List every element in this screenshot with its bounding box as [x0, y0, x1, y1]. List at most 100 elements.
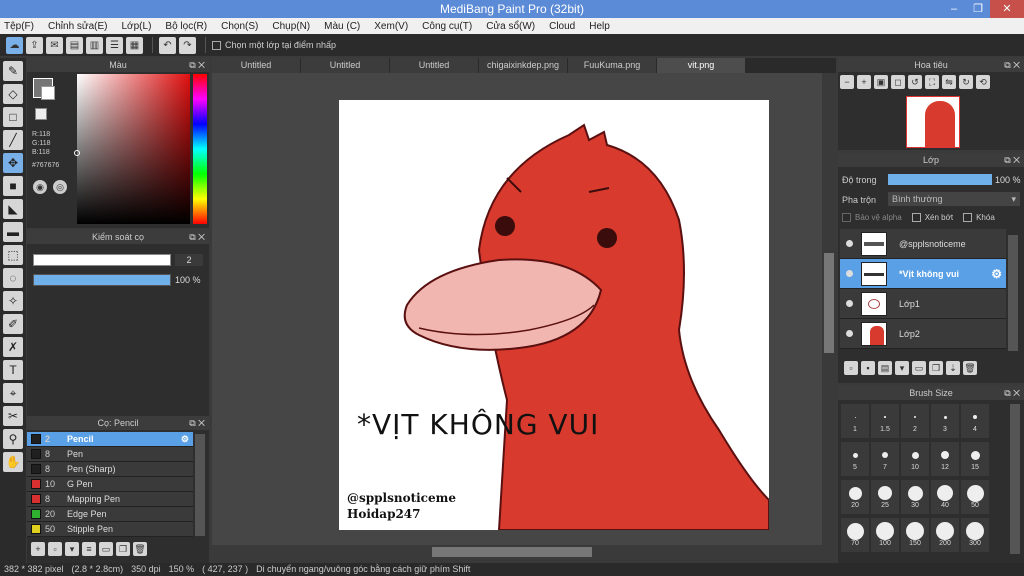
- undo-button[interactable]: ↶: [159, 36, 176, 54]
- horizontal-scroll-thumb[interactable]: [432, 547, 592, 557]
- layer-item-lop1[interactable]: Lớp1: [840, 289, 1006, 319]
- fullscreen-icon[interactable]: ⛶: [925, 75, 939, 89]
- flip-icon[interactable]: ⇋: [942, 75, 956, 89]
- cloud-icon[interactable]: ☁: [6, 36, 23, 54]
- new-brush-icon[interactable]: ▫: [48, 542, 62, 556]
- eye-icon[interactable]: [846, 300, 853, 307]
- brush-size-option[interactable]: 1: [841, 404, 869, 438]
- vertical-scroll-thumb[interactable]: [824, 253, 834, 353]
- list-icon[interactable]: ☰: [106, 36, 123, 54]
- folder-icon[interactable]: ▭: [99, 542, 113, 556]
- canvas-horizontal-scrollbar[interactable]: [212, 545, 822, 559]
- navigator-thumbnail[interactable]: [906, 96, 960, 148]
- palette-settings-icon[interactable]: ◎: [53, 180, 67, 194]
- brush-size-option[interactable]: 150: [901, 518, 929, 552]
- menu-layer[interactable]: Lớp(L): [122, 21, 152, 32]
- menu-color[interactable]: Màu (C): [324, 21, 360, 32]
- palette-icon[interactable]: ◉: [33, 180, 47, 194]
- brush-size-scrollbar[interactable]: [1010, 404, 1020, 554]
- rectangle-tool-icon[interactable]: □: [3, 107, 23, 127]
- redo-button[interactable]: ↷: [179, 36, 196, 54]
- tab-untitled-2[interactable]: Untitled: [301, 58, 389, 73]
- brush-item-pen-sharp[interactable]: 8 Pen (Sharp): [27, 462, 193, 477]
- menu-select[interactable]: Chọn(S): [221, 21, 258, 32]
- zoom-out-icon[interactable]: −: [840, 75, 854, 89]
- text-tool-icon[interactable]: T: [3, 360, 23, 380]
- secondary-color-swatch[interactable]: [41, 86, 55, 100]
- panel-close-icon[interactable]: ⧉ ✕: [1004, 386, 1020, 400]
- brush-size-option[interactable]: 7: [871, 442, 899, 476]
- menu-cloud[interactable]: Cloud: [549, 21, 575, 32]
- fit-icon[interactable]: ▣: [874, 75, 888, 89]
- move-tool-icon[interactable]: ✥: [3, 153, 23, 173]
- bucket-tool-icon[interactable]: ◣: [3, 199, 23, 219]
- canvas-area[interactable]: *VỊT KHÔNG VUI @spplsnoticeme Hoidap247: [212, 73, 822, 545]
- layer-item-vit-khong-vui[interactable]: *Vịt không vui ⚙: [840, 259, 1006, 289]
- brush-item-g-pen[interactable]: 10 G Pen: [27, 477, 193, 492]
- lock-checkbox[interactable]: [963, 213, 973, 222]
- brush-item-pen[interactable]: 8 Pen: [27, 447, 193, 462]
- menu-edit[interactable]: Chỉnh sửa(E): [48, 21, 108, 32]
- brush-item-pencil[interactable]: 2 Pencil ⚙: [27, 432, 193, 447]
- tab-untitled-1[interactable]: Untitled: [212, 58, 300, 73]
- brush-list-scrollbar[interactable]: [195, 434, 205, 536]
- brush-size-option[interactable]: 3: [931, 404, 959, 438]
- canvas-vertical-scrollbar[interactable]: [822, 73, 836, 545]
- gear-icon[interactable]: ⚙: [181, 434, 189, 445]
- eye-icon[interactable]: [846, 240, 853, 247]
- new-8bit-layer-icon[interactable]: ▤: [878, 361, 892, 375]
- minimize-icon[interactable]: –: [942, 0, 966, 18]
- protect-alpha-checkbox[interactable]: [842, 213, 851, 222]
- brush-size-option[interactable]: 300: [961, 518, 989, 552]
- gear-icon[interactable]: ⚙: [991, 267, 1002, 281]
- transparent-color-swatch[interactable]: [35, 108, 47, 120]
- lasso-tool-icon[interactable]: ◌: [3, 268, 23, 288]
- panel-close-icon[interactable]: ⧉ ✕: [1004, 58, 1020, 72]
- gradient-tool-icon[interactable]: ▬: [3, 222, 23, 242]
- brush-opacity-slider[interactable]: [33, 274, 171, 286]
- color-picker-cursor[interactable]: [74, 150, 80, 156]
- tab-vit[interactable]: vit.png: [657, 58, 745, 73]
- menu-tools[interactable]: Công cụ(T): [422, 21, 472, 32]
- rotate-right-icon[interactable]: ↻: [959, 75, 973, 89]
- brush-size-option[interactable]: 4: [961, 404, 989, 438]
- saturation-value-picker[interactable]: [77, 74, 190, 224]
- brush-size-option[interactable]: 12: [931, 442, 959, 476]
- select-rect-tool-icon[interactable]: ⬚: [3, 245, 23, 265]
- select-eraser-tool-icon[interactable]: ✗: [3, 337, 23, 357]
- menu-file[interactable]: Tệp(F): [4, 21, 34, 32]
- select-layer-checkbox[interactable]: [212, 40, 221, 50]
- hand-tool-icon[interactable]: ✋: [3, 452, 23, 472]
- menu-window[interactable]: Cửa sổ(W): [486, 21, 535, 32]
- eye-icon[interactable]: [846, 270, 853, 277]
- layer-item-lop2[interactable]: Lớp2: [840, 319, 1006, 349]
- tab-chigaixinkdep[interactable]: chigaixinkdep.png: [479, 58, 567, 73]
- eyedropper-tool-icon[interactable]: ⚲: [3, 429, 23, 449]
- brush-size-option[interactable]: 2: [901, 404, 929, 438]
- brush-size-slider[interactable]: [33, 254, 171, 266]
- brush-size-option[interactable]: 50: [961, 480, 989, 514]
- merge-layer-icon[interactable]: ⇣: [946, 361, 960, 375]
- panel-close-icon[interactable]: ⧉ ✕: [189, 230, 205, 244]
- brush-item-stipple-pen[interactable]: 50 Stipple Pen: [27, 522, 193, 537]
- menu-help[interactable]: Help: [589, 21, 610, 32]
- drawing-canvas[interactable]: *VỊT KHÔNG VUI @spplsnoticeme Hoidap247: [339, 100, 769, 530]
- tab-fuukuma[interactable]: FuuKuma.png: [568, 58, 656, 73]
- brush-size-option[interactable]: 15: [961, 442, 989, 476]
- grid-icon[interactable]: ▦: [126, 36, 143, 54]
- panel-close-icon[interactable]: ⧉ ✕: [189, 58, 205, 72]
- brush-size-option[interactable]: 200: [931, 518, 959, 552]
- panel-close-icon[interactable]: ⧉ ✕: [1004, 153, 1020, 167]
- document-icon[interactable]: ▥: [86, 36, 103, 54]
- layer-opacity-slider[interactable]: [888, 174, 992, 185]
- brush-size-option[interactable]: 40: [931, 480, 959, 514]
- brush-size-option[interactable]: 1.5: [871, 404, 899, 438]
- close-icon[interactable]: ✕: [990, 0, 1024, 18]
- brush-size-value[interactable]: 2: [175, 254, 203, 266]
- brush-size-option[interactable]: 100: [871, 518, 899, 552]
- brush-item-mapping-pen[interactable]: 8 Mapping Pen: [27, 492, 193, 507]
- clipping-checkbox[interactable]: [911, 213, 921, 222]
- layer-folder-icon[interactable]: ▭: [912, 361, 926, 375]
- eraser-tool-icon[interactable]: ◇: [3, 84, 23, 104]
- layer-item-credit[interactable]: @spplsnoticeme: [840, 229, 1006, 259]
